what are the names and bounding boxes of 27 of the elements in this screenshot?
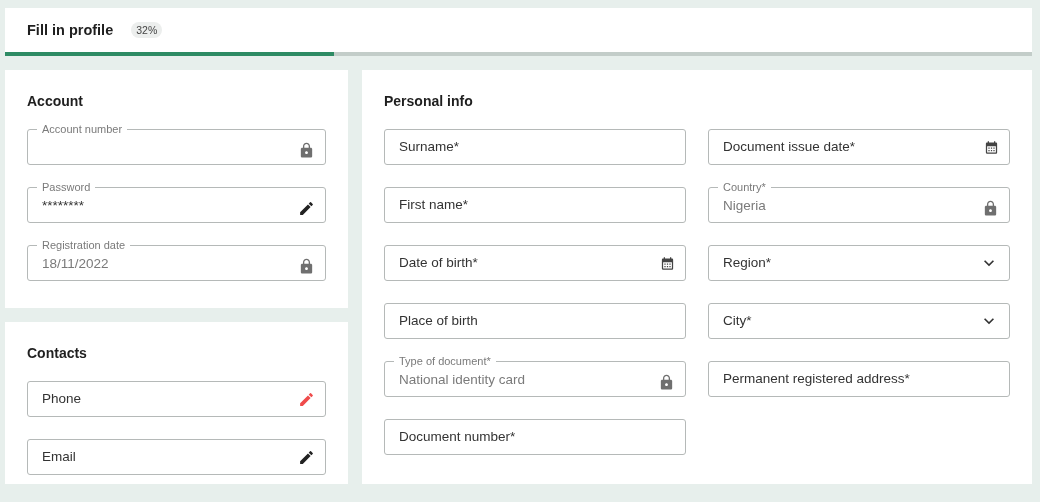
input-field[interactable]: Date of birth* [384, 245, 686, 281]
input-field[interactable]: Place of birth [384, 303, 686, 339]
page-title: Fill in profile [27, 22, 114, 38]
lock-icon [298, 141, 315, 159]
section-title: Contacts [27, 344, 88, 362]
input-field[interactable]: Phone [27, 381, 326, 417]
input-field[interactable]: Email [27, 439, 326, 475]
input-field[interactable]: Document issue date* [708, 129, 1010, 165]
select-field[interactable]: Region* [708, 245, 1010, 281]
calendar-icon [660, 255, 675, 271]
input-field[interactable]: Document number* [384, 419, 686, 455]
calendar-icon [984, 139, 999, 155]
input-field[interactable]: Permanent registered address* [708, 361, 1010, 397]
input-field[interactable]: Password ******** [27, 180, 326, 223]
input-field[interactable]: Surname* [384, 129, 686, 165]
lock-icon [298, 257, 315, 275]
lock-icon [658, 373, 675, 391]
input-field[interactable]: Type of document* National identity card [384, 354, 686, 397]
percent-badge: 32% [131, 22, 163, 38]
select-field[interactable]: City* [708, 303, 1010, 339]
input-field[interactable]: Country* Nigeria [708, 180, 1010, 223]
lock-icon [982, 199, 999, 217]
input-field[interactable]: Registration date 18/11/2022 [27, 238, 326, 281]
section-title: Account [27, 92, 84, 110]
input-field[interactable]: First name* [384, 187, 686, 223]
input-field[interactable]: Account number [27, 122, 326, 165]
section-title: Personal info [384, 92, 474, 110]
